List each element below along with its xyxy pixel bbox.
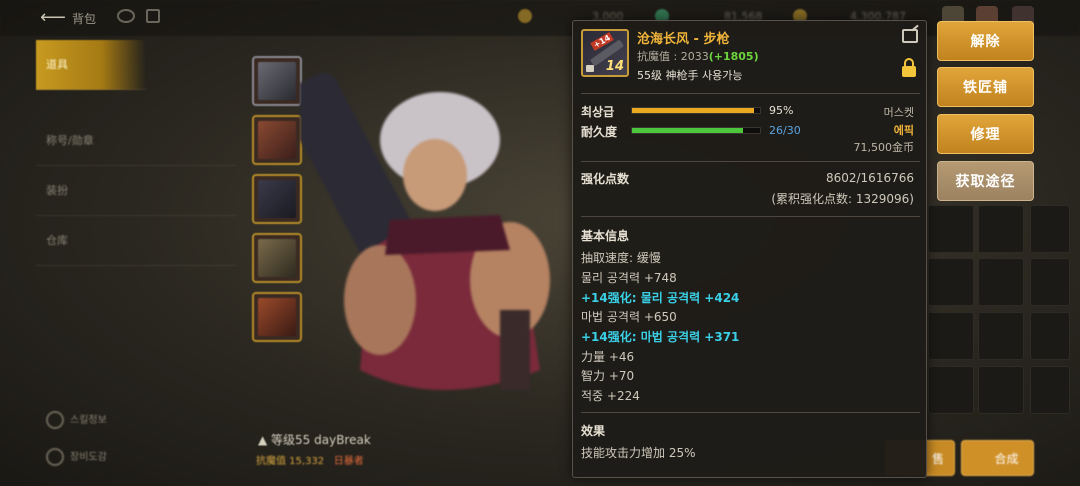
equipment-slot-weapon[interactable] xyxy=(252,56,302,106)
skill-info-label: 스킬정보 xyxy=(70,415,107,426)
nav-item-avatar[interactable]: 装扮 xyxy=(36,166,236,216)
item-name: 沧海长风 - 步枪 xyxy=(637,32,730,47)
stat-line: 力量 +46 xyxy=(581,350,635,364)
effect-title: 效果 xyxy=(581,424,606,438)
unequip-button[interactable]: 解除 xyxy=(937,21,1034,61)
stat-line: 마법 공격력 +650 xyxy=(581,310,677,324)
back-arrow-icon[interactable]: ⟵ xyxy=(40,8,66,28)
reinforce-total: (累积强化点数: 1329096) xyxy=(771,192,914,206)
lock-mini-icon xyxy=(586,65,594,72)
character-anti-magic: 抗魔值 15,332 日暴者 xyxy=(256,456,364,467)
stat-line: 물리 공격력 +748 xyxy=(581,271,677,285)
equipment-book-link[interactable]: 장비도감 xyxy=(46,448,107,466)
durability-label: 耐久度 xyxy=(581,125,618,139)
inventory-cell[interactable] xyxy=(1030,205,1070,253)
divider xyxy=(581,412,920,413)
inventory-cell[interactable] xyxy=(928,312,974,360)
reinforce-value: 8602/1616766 xyxy=(825,171,914,185)
inventory-cell[interactable] xyxy=(928,258,974,306)
grade-value: 95% xyxy=(769,104,794,117)
character-illustration xyxy=(300,72,550,390)
item-price: 71,500金币 xyxy=(853,141,915,154)
stat-line-reinforce: +14强化: 마법 공격력 +371 xyxy=(581,330,740,344)
durability-bar xyxy=(631,127,761,134)
inventory-cell[interactable] xyxy=(1030,258,1070,306)
item-tooltip: +14 14 沧海长风 - 步枪 抗魔值 : 2033(+1805) 55级 神… xyxy=(572,20,927,478)
combine-label: 合成 xyxy=(994,452,1019,466)
basic-info-title: 基本信息 xyxy=(581,229,630,243)
character-name: ▲ 等级55 dayBreak xyxy=(258,433,371,447)
item-type: 머스켓 xyxy=(883,106,914,119)
reinforce-label: 强化点数 xyxy=(581,172,630,186)
divider xyxy=(581,216,920,217)
lock-icon[interactable] xyxy=(146,9,160,23)
inventory-cell[interactable] xyxy=(928,366,974,414)
equipment-slot[interactable] xyxy=(252,174,302,224)
skill-icon xyxy=(46,411,64,429)
divider xyxy=(581,161,920,162)
repair-button[interactable]: 修理 xyxy=(937,114,1034,154)
equipment-slot[interactable] xyxy=(252,233,302,283)
left-nav: 道具 称号/勋章 装扮 仓库 스킬정보 장비도감 xyxy=(36,36,246,486)
equipment-slot[interactable] xyxy=(252,292,302,342)
item-anti-magic: 抗魔值 : 2033(+1805) xyxy=(637,50,759,63)
combine-button[interactable]: 合成 xyxy=(961,440,1034,476)
inventory-cell[interactable] xyxy=(978,312,1024,360)
page-title: 背包 xyxy=(72,12,97,26)
nav-item-items[interactable]: 道具 xyxy=(36,40,146,90)
inventory-cell[interactable] xyxy=(928,205,974,253)
effect-text: 技能攻击力增加 25% xyxy=(581,446,696,460)
equipment-book-label: 장비도감 xyxy=(70,452,107,463)
eye-icon[interactable] xyxy=(117,9,135,23)
nav-item-titles[interactable]: 称号/勋章 xyxy=(36,116,236,166)
inventory-cell[interactable] xyxy=(1030,366,1070,414)
grade-bar xyxy=(631,107,761,114)
inventory-cell[interactable] xyxy=(978,258,1024,306)
inventory-cell[interactable] xyxy=(1030,312,1070,360)
item-requirement: 55级 神枪手 사용가능 xyxy=(637,69,743,82)
durability-value: 26/30 xyxy=(769,124,801,137)
stat-line: 抽取速度: 缓慢 xyxy=(581,251,661,265)
lock-icon[interactable] xyxy=(902,58,916,78)
skill-info-link[interactable]: 스킬정보 xyxy=(46,411,107,429)
nav-item-storage[interactable]: 仓库 xyxy=(36,216,236,266)
grade-label: 최상급 xyxy=(581,105,615,119)
equipment-slot[interactable] xyxy=(252,115,302,165)
item-icon: +14 14 xyxy=(581,29,629,77)
inventory-cell[interactable] xyxy=(978,366,1024,414)
book-icon xyxy=(46,448,64,466)
blacksmith-button[interactable]: 铁匠铺 xyxy=(937,67,1034,107)
stat-line-reinforce: +14强化: 물리 공격력 +424 xyxy=(581,291,740,305)
stat-line: 智力 +70 xyxy=(581,369,635,383)
share-icon[interactable] xyxy=(902,29,918,43)
divider xyxy=(581,93,920,94)
inventory-cell[interactable] xyxy=(978,205,1024,253)
obtain-route-button[interactable]: 获取途径 xyxy=(937,161,1034,201)
coin-icon xyxy=(518,9,532,23)
stat-line: 적중 +224 xyxy=(581,389,640,403)
rarity: 에픽 xyxy=(893,124,914,137)
reinforce-level: 14 xyxy=(605,59,624,74)
